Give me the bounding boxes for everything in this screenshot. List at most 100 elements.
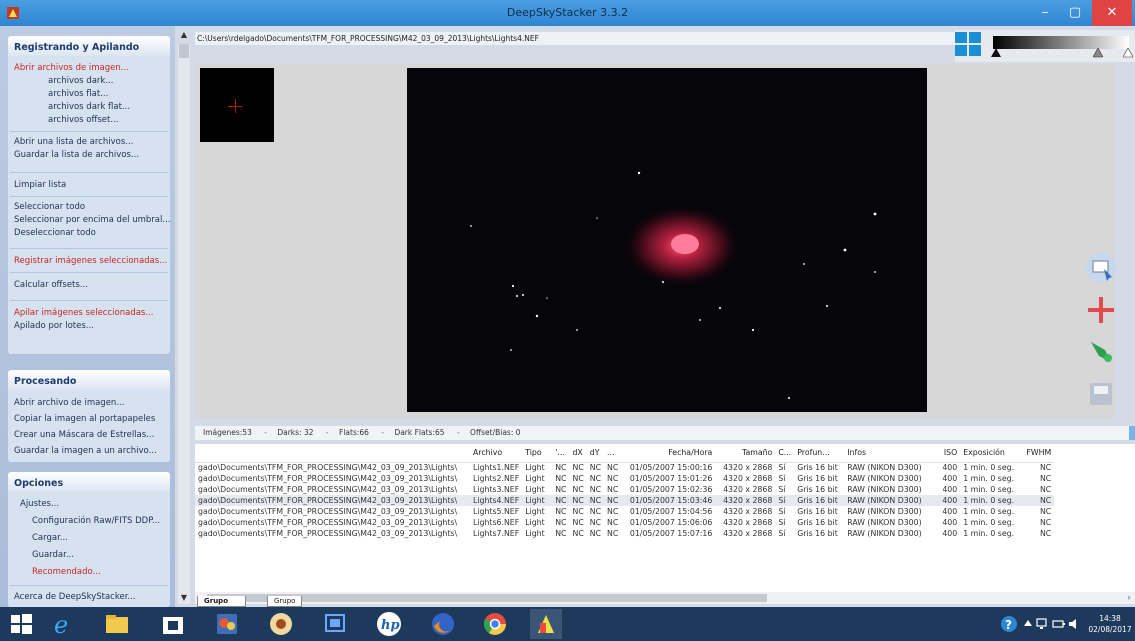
vertical-scrollbar[interactable] — [178, 44, 190, 604]
column-header[interactable] — [195, 444, 470, 463]
photo-app-icon[interactable] — [214, 611, 240, 637]
white-point-handle-icon[interactable] — [1123, 48, 1133, 58]
table-row[interactable]: gado\Documents\TFM_FOR_PROCESSING\M42_03… — [195, 495, 1055, 506]
open-images-link[interactable]: Abrir archivos de imagen... — [8, 62, 170, 75]
table-row[interactable]: gado\Documents\TFM_FOR_PROCESSING\M42_03… — [195, 517, 1054, 528]
column-header[interactable]: dY — [586, 444, 605, 463]
edge-icon[interactable]: e — [50, 611, 76, 637]
table-cell: 1 min. 0 seg. — [963, 485, 1015, 494]
save-settings-link[interactable]: Guardar... — [8, 547, 170, 564]
load-settings-link[interactable]: Cargar... — [8, 530, 170, 547]
help-icon[interactable]: ? — [1000, 615, 1018, 633]
table-cell: 1 min. 0 seg. — [963, 518, 1015, 527]
volume-icon[interactable] — [1068, 617, 1082, 631]
table-cell: NC — [555, 463, 567, 473]
hp-icon[interactable]: hp — [376, 611, 402, 637]
image-viewer[interactable] — [195, 64, 1115, 418]
raw-fits-settings-link[interactable]: Configuración Raw/FITS DDP... — [8, 513, 170, 530]
scroll-right-arrow-icon[interactable]: › — [1123, 592, 1135, 604]
column-header[interactable]: Archivo — [470, 444, 523, 463]
remote-icon[interactable] — [322, 611, 348, 637]
column-header[interactable]: Infos — [844, 444, 933, 463]
flat-files-link[interactable]: archivos flat... — [8, 88, 170, 101]
column-header[interactable]: Tamaño — [715, 444, 776, 463]
dark-flats-count: Dark Flats:65 — [394, 428, 445, 437]
column-header[interactable]: Tipo — [522, 444, 553, 463]
table-cell: 400 — [942, 507, 958, 516]
column-header[interactable]: Exposición — [960, 444, 1021, 463]
table-row[interactable]: gado\Documents\TFM_FOR_PROCESSING\M42_03… — [195, 528, 1054, 539]
column-header[interactable]: FWHM — [1020, 444, 1055, 463]
firefox-icon[interactable] — [430, 611, 456, 637]
select-all-link[interactable]: Seleccionar todo — [8, 201, 170, 214]
close-button[interactable]: ✕ — [1092, 0, 1132, 26]
column-header[interactable]: ISO — [932, 444, 961, 463]
astro-image[interactable] — [407, 68, 927, 412]
table-cell: 01/05/2007 15:04:56 — [629, 507, 713, 516]
dark-flat-files-link[interactable]: archivos dark flat... — [8, 101, 170, 114]
darks-count: Darks: 32 — [277, 428, 314, 437]
scroll-up-arrow-icon[interactable]: ▲ — [177, 30, 191, 42]
copy-to-clipboard-link[interactable]: Copiar la imagen al portapapeles — [8, 411, 170, 427]
tab-group-1[interactable]: Grupo 1 — [267, 596, 303, 616]
star-edit-tool-icon[interactable] — [1085, 294, 1117, 326]
table-row[interactable]: gado\Documents\TFM_FOR_PROCESSING\M42_03… — [195, 484, 1054, 495]
battery-icon[interactable] — [1052, 617, 1066, 631]
column-header[interactable]: ... — [604, 444, 622, 463]
clock-time: 14:38 — [1099, 614, 1121, 623]
batch-stacking-link[interactable]: Apilado por lotes... — [8, 320, 170, 333]
network-icon[interactable] — [1036, 617, 1050, 631]
taskbar-clock[interactable]: 14:38 02/08/2017 — [1088, 613, 1132, 635]
about-link[interactable]: Acerca de DeepSkyStacker... — [8, 590, 170, 604]
register-selected-link[interactable]: Registrar imágenes seleccionadas... — [8, 255, 170, 268]
chevron-up-icon[interactable] — [1024, 619, 1032, 627]
levels-gradient-slider[interactable] — [993, 36, 1129, 49]
register-panel: Registrando y Apilando Abrir archivos de… — [8, 36, 170, 354]
create-star-mask-link[interactable]: Crear una Máscara de Estrellas... — [8, 427, 170, 443]
dark-files-link[interactable]: archivos dark... — [8, 75, 170, 88]
table-row[interactable]: gado\Documents\TFM_FOR_PROCESSING\M42_03… — [195, 462, 1054, 473]
table-row[interactable]: gado\Documents\TFM_FOR_PROCESSING\M42_03… — [195, 506, 1054, 517]
settings-link[interactable]: Ajustes... — [8, 496, 170, 513]
save-image-link[interactable]: Guardar la imagen a un archivo... — [8, 443, 170, 459]
thumbnail-preview[interactable] — [200, 68, 274, 142]
file-list-table[interactable]: Archivo Tipo '... dX dY... Fecha/Hora Tamaño C.… — [195, 444, 1135, 592]
windows-start-icon[interactable] — [8, 611, 34, 637]
open-file-list-link[interactable]: Abrir una lista de archivos... — [8, 136, 170, 149]
column-header[interactable]: Fecha/Hora — [621, 444, 716, 463]
deepskystacker-icon[interactable] — [530, 609, 562, 639]
table-cell: NC — [1039, 518, 1052, 527]
four-pane-icon[interactable] — [955, 32, 983, 58]
open-image-link[interactable]: Abrir archivo de imagen... — [8, 395, 170, 411]
horizontal-scrollbar[interactable]: ‹ › — [195, 592, 1135, 604]
column-header[interactable]: '... — [552, 444, 570, 463]
offset-files-link[interactable]: archivos offset... — [8, 114, 170, 127]
scrollbar-thumb[interactable] — [179, 44, 189, 58]
table-row[interactable]: gado\Documents\TFM_FOR_PROCESSING\M42_03… — [195, 473, 1054, 484]
black-point-handle-icon[interactable] — [991, 48, 1001, 58]
scroll-down-arrow-icon[interactable]: ▼ — [177, 593, 191, 605]
store-icon[interactable] — [160, 611, 186, 637]
save-tool-icon[interactable] — [1085, 378, 1117, 410]
stack-selected-link[interactable]: Apilar imágenes seleccionadas... — [8, 307, 170, 320]
clear-list-link[interactable]: Limpiar lista — [8, 179, 170, 192]
recommended-settings-link[interactable]: Recomendado... — [8, 564, 170, 581]
selection-tool-icon[interactable] — [1085, 252, 1117, 284]
table-cell: NC — [589, 518, 602, 527]
compute-offsets-link[interactable]: Calcular offsets... — [8, 279, 170, 292]
file-explorer-icon[interactable] — [104, 611, 130, 637]
comet-tool-icon[interactable] — [1085, 336, 1117, 368]
minimize-button[interactable]: – — [1030, 0, 1060, 26]
deselect-all-link[interactable]: Deseleccionar todo — [8, 227, 170, 240]
column-header[interactable]: C... — [775, 444, 795, 463]
chrome-icon[interactable] — [482, 611, 508, 637]
mid-point-handle-icon[interactable] — [1093, 48, 1103, 58]
maximize-button[interactable]: ▢ — [1060, 0, 1090, 26]
select-above-threshold-link[interactable]: Seleccionar por encima del umbral... — [8, 214, 170, 227]
tab-main-group[interactable]: Grupo Principal — [197, 596, 246, 616]
column-header[interactable]: dX — [569, 444, 587, 463]
media-icon[interactable] — [268, 611, 294, 637]
column-header[interactable]: Profun... — [794, 444, 845, 463]
table-cell: NC — [555, 474, 567, 483]
save-file-list-link[interactable]: Guardar la lista de archivos... — [8, 149, 170, 162]
